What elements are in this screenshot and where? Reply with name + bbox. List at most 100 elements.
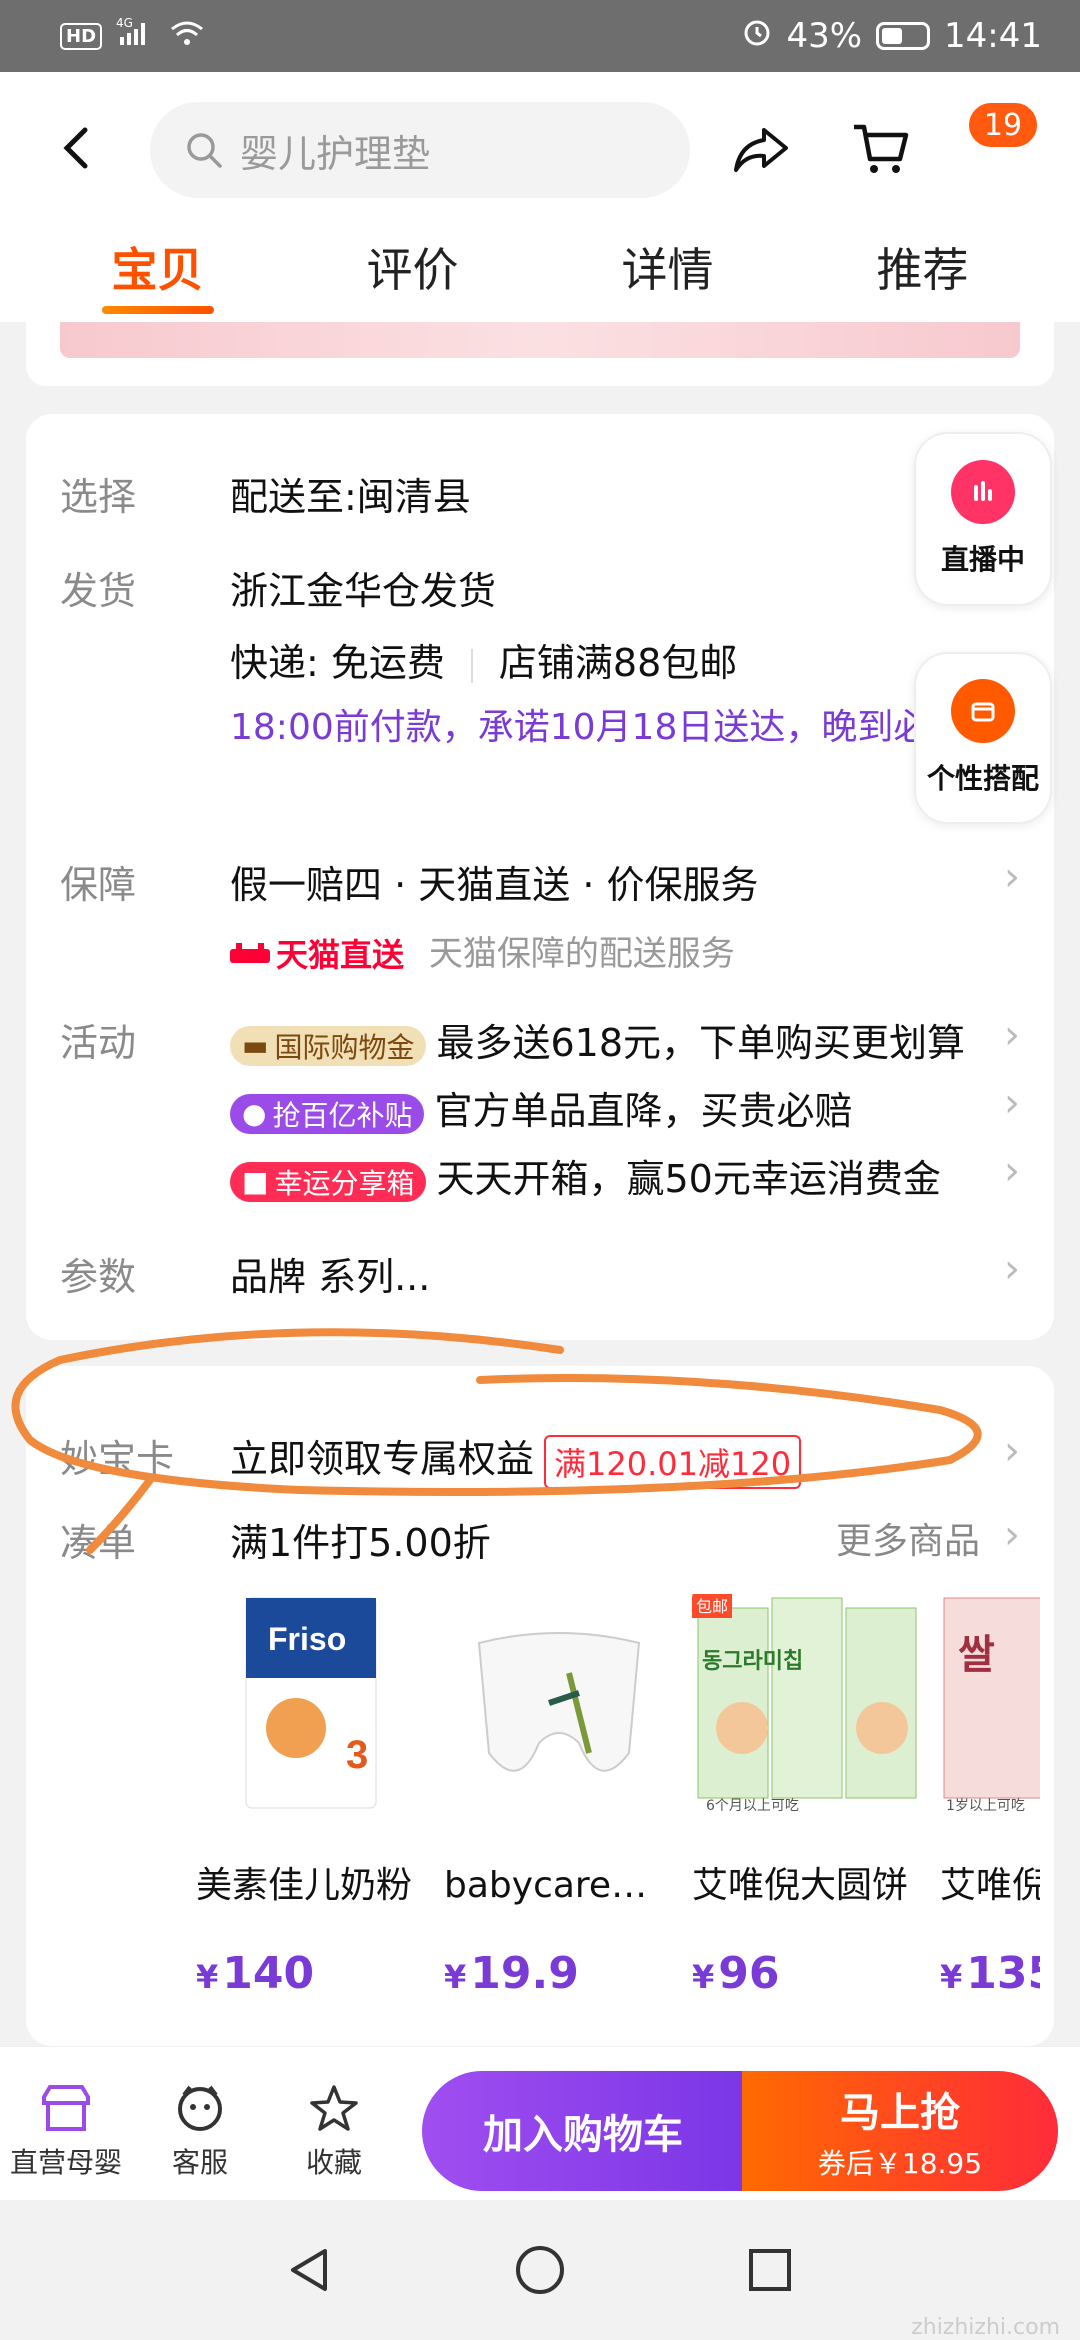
- product-name: 美素佳儿奶粉: [196, 1865, 413, 1906]
- activity-3: ■ 幸运分享箱 天天开箱，赢50元幸运消费金: [230, 1148, 941, 1203]
- divider: [470, 648, 473, 683]
- star-icon: [310, 2085, 358, 2131]
- miaobao-row[interactable]: 妙宝卡 立即领取专属权益 满120.01减120 ›: [60, 1428, 1020, 1489]
- select-row[interactable]: 选择 配送至:闽清县: [60, 466, 1020, 526]
- ship-value: 浙江金华仓发货: [230, 569, 497, 613]
- badge-text: 国际购物金: [274, 1030, 415, 1064]
- cart-button[interactable]: [846, 114, 916, 184]
- lucky-box-badge: ■ 幸运分享箱: [230, 1161, 427, 1202]
- live-label: 直播中: [940, 543, 1025, 576]
- product-image: Friso 3: [196, 1588, 426, 1818]
- activity-row-3[interactable]: ■ 幸运分享箱 天天开箱，赢50元幸运消费金 ›: [60, 1148, 1020, 1208]
- subsidy-badge: ● 抢百亿补贴: [230, 1093, 425, 1134]
- product-card[interactable]: 包邮 동그라미칩 6个月以上可吃 艾唯倪大圆饼 ¥96: [692, 1588, 932, 1999]
- store-free-shipping: 店铺满88包邮: [498, 641, 738, 685]
- promise-row: 18:00前付款，承诺10月18日送达，晚到必赔: [60, 702, 1020, 812]
- wifi-icon: [170, 16, 204, 56]
- nav-back-button[interactable]: [268, 2228, 352, 2312]
- tab-baobei[interactable]: 宝贝: [101, 234, 214, 314]
- price-value: 140: [222, 1948, 315, 1999]
- promo-banner[interactable]: [60, 322, 1020, 358]
- params-label: 参数: [60, 1255, 137, 1299]
- buy-now-button[interactable]: 马上抢 券后￥18.95: [742, 2071, 1058, 2191]
- guarantee-row[interactable]: 保障 假一赔四 · 天猫直送 · 价保服务 ›: [60, 854, 1020, 914]
- live-button[interactable]: 直播中: [914, 432, 1052, 606]
- favorite-button[interactable]: 收藏: [306, 2083, 362, 2181]
- params-row[interactable]: 参数 品牌 系列... ›: [60, 1246, 1020, 1306]
- badge-text: 抢百亿补贴: [272, 1098, 413, 1132]
- battery-percent: 43%: [786, 16, 863, 56]
- price-value: 96: [718, 1948, 780, 1999]
- nav-home-button[interactable]: [498, 2228, 582, 2312]
- bottom-action-bar: 直营母婴 客服 收藏 加入购物车 马上抢 券后￥18.95: [0, 2046, 1080, 2200]
- nav-recents-button[interactable]: [728, 2228, 812, 2312]
- select-label: 选择: [60, 475, 137, 519]
- favorite-label: 收藏: [306, 2146, 363, 2179]
- express-fee: 快递: 免运费: [230, 641, 445, 685]
- activity-2: ● 抢百亿补贴 官方单品直降，买贵必赔: [230, 1080, 852, 1135]
- signal-icon: 4G: [116, 16, 156, 56]
- activity-row-2[interactable]: ● 抢百亿补贴 官方单品直降，买贵必赔 ›: [60, 1080, 1020, 1140]
- activity-text: 最多送618元，下单购买更划算: [436, 1021, 966, 1065]
- back-button[interactable]: [56, 124, 96, 172]
- search-bar[interactable]: 婴儿护理垫: [150, 102, 690, 198]
- customer-service-button[interactable]: 客服: [172, 2083, 228, 2181]
- svg-text:包邮: 包邮: [696, 1597, 728, 1616]
- gift-box-icon: ■: [242, 1165, 269, 1198]
- promo-card: 妙宝卡 立即领取专属权益 满120.01减120 › 凑单 满1件打5.00折 更…: [26, 1366, 1054, 2046]
- money-bag-icon: ●: [242, 1097, 267, 1130]
- cart-count-badge: 19: [966, 100, 1040, 150]
- tmall-row: 天猫直送 天猫保障的配送服务: [60, 926, 1020, 976]
- product-image: 쌀 1岁以上可吃: [940, 1588, 1040, 1818]
- delivery-promise: 18:00前付款，承诺10月18日送达，晚到必赔: [230, 707, 966, 748]
- add-to-cart-button[interactable]: 加入购物车: [422, 2071, 744, 2191]
- guarantee-value: 假一赔四 · 天猫直送 · 价保服务: [230, 863, 759, 907]
- clock: 14:41: [944, 16, 1042, 56]
- product-card[interactable]: 쌀 1岁以上可吃 艾唯倪 ¥135: [940, 1588, 1040, 1999]
- activity-text: 天天开箱，赢50元幸运消费金: [436, 1157, 941, 1201]
- share-icon: [734, 128, 788, 172]
- price-value: 19.9: [470, 1948, 579, 1999]
- tab-reviews[interactable]: 评价: [357, 234, 469, 300]
- currency-symbol: ¥: [444, 1958, 467, 1996]
- live-icon: [951, 460, 1015, 524]
- product-card[interactable]: Friso 3 美素佳儿奶粉 ¥140: [196, 1588, 436, 1999]
- miaobao-label: 妙宝卡: [60, 1437, 175, 1481]
- activity-row-1[interactable]: 活动 ▬ 国际购物金 最多送618元，下单购买更划算 ›: [60, 1012, 1020, 1072]
- watermark: zhizhizhi.com: [911, 2315, 1060, 2340]
- tmall-icon: [230, 943, 270, 963]
- cart-icon: [854, 124, 909, 173]
- share-button[interactable]: [726, 114, 796, 184]
- chevron-right-icon: ›: [1004, 854, 1020, 900]
- params-value: 品牌 系列...: [230, 1255, 431, 1299]
- more-products-link[interactable]: 更多商品: [836, 1512, 980, 1564]
- guarantee-label: 保障: [60, 863, 137, 907]
- currency-symbol: ¥: [692, 1958, 715, 1996]
- tab-details[interactable]: 详情: [612, 234, 724, 300]
- activity-1: ▬ 国际购物金 最多送618元，下单购买更划算: [230, 1012, 965, 1067]
- product-name: 艾唯倪大圆饼: [692, 1865, 909, 1906]
- product-image: 包邮 동그라미칩 6个月以上可吃: [692, 1588, 922, 1818]
- product-card[interactable]: babycare超薄 ¥19.9: [444, 1588, 684, 1999]
- circle-home-icon: [516, 2246, 564, 2294]
- activity-label: 活动: [60, 1021, 137, 1065]
- select-value: 配送至:闽清县: [230, 475, 471, 519]
- info-card: 选择 配送至:闽清县 发货 浙江金华仓发货 快递: 免运费 店铺满88包邮 18:…: [26, 414, 1054, 1340]
- shop-button[interactable]: 直营母婴: [10, 2083, 122, 2181]
- tmall-info: 天猫直送 天猫保障的配送服务: [230, 926, 735, 976]
- shop-label: 直营母婴: [10, 2146, 123, 2179]
- service-label: 客服: [172, 2146, 229, 2179]
- product-price: ¥96: [692, 1948, 932, 1999]
- svg-text:6个月以上可吃: 6个月以上可吃: [706, 1798, 799, 1814]
- ship-row: 发货 浙江金华仓发货: [60, 560, 1020, 620]
- triangle-back-icon: [291, 2249, 327, 2291]
- tab-recommend[interactable]: 推荐: [867, 234, 979, 300]
- personal-match-button[interactable]: 个性搭配: [914, 652, 1052, 824]
- coudan-row[interactable]: 凑单 满1件打5.00折 更多商品 ›: [60, 1512, 1020, 1572]
- chat-face-icon: [178, 2085, 222, 2131]
- tmall-direct-tag: 天猫直送: [230, 930, 404, 976]
- search-icon: [187, 133, 222, 168]
- header: 婴儿护理垫 19 宝贝 评价 详情 推荐: [0, 72, 1080, 322]
- tab-bar: 宝贝 评价 详情 推荐: [0, 222, 1080, 314]
- currency-symbol: ¥: [940, 1958, 963, 1996]
